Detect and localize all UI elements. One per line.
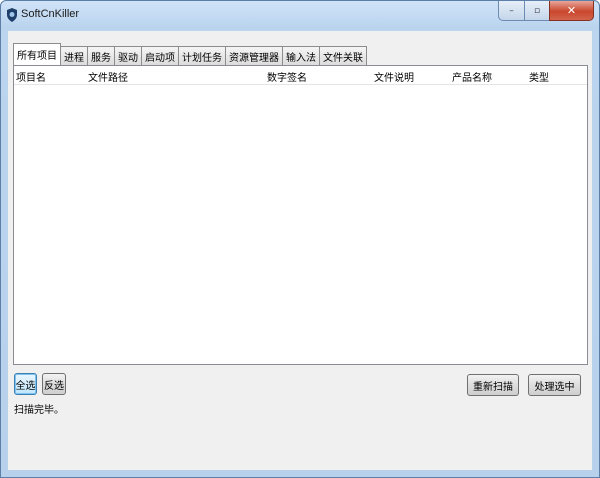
select-all-button[interactable]: 全选 xyxy=(14,373,37,395)
status-text: 扫描完毕。 xyxy=(14,405,64,416)
tab-label: 进程 xyxy=(64,52,84,64)
tab-explorer[interactable]: 资源管理器 xyxy=(225,46,283,65)
button-label: 重新扫描 xyxy=(473,381,513,393)
app-logo-icon xyxy=(7,8,17,22)
list-header: 项目名 文件路径 数字签名 文件说明 产品名称 类型 xyxy=(14,66,587,85)
button-label: 反选 xyxy=(44,380,64,392)
maximize-button[interactable]: ▫ xyxy=(524,1,549,21)
column-header-product-name[interactable]: 产品名称 xyxy=(452,69,492,84)
process-selected-button[interactable]: 处理选中 xyxy=(528,374,581,396)
tab-all-items[interactable]: 所有项目 xyxy=(13,43,61,65)
caption-buttons: – ▫ ✕ xyxy=(498,1,594,21)
items-list[interactable]: 项目名 文件路径 数字签名 文件说明 产品名称 类型 xyxy=(13,65,588,365)
tab-file-association[interactable]: 文件关联 xyxy=(319,46,367,65)
tab-label: 输入法 xyxy=(286,52,316,64)
tab-strip: 所有项目 进程 服务 驱动 启动项 计划任务 资源管理器 输入法 文件关联 xyxy=(13,43,367,65)
client-area: 所有项目 进程 服务 驱动 启动项 计划任务 资源管理器 输入法 文件关联 项目… xyxy=(8,31,592,470)
tab-label: 资源管理器 xyxy=(229,52,279,64)
tab-input-method[interactable]: 输入法 xyxy=(282,46,320,65)
column-header-signature[interactable]: 数字签名 xyxy=(267,69,307,84)
close-button[interactable]: ✕ xyxy=(549,1,594,21)
tab-drivers[interactable]: 驱动 xyxy=(114,46,142,65)
tab-label: 所有项目 xyxy=(17,51,57,62)
tab-label: 服务 xyxy=(91,52,111,64)
main-window: SoftCnKiller – ▫ ✕ 所有项目 进程 服务 驱动 启动项 计划任… xyxy=(0,0,600,478)
minimize-button[interactable]: – xyxy=(498,1,524,21)
window-title: SoftCnKiller xyxy=(21,8,80,20)
button-label: 全选 xyxy=(15,380,36,392)
tab-processes[interactable]: 进程 xyxy=(60,46,88,65)
tab-label: 驱动 xyxy=(118,52,138,64)
column-header-item-name[interactable]: 项目名 xyxy=(16,69,46,84)
column-header-type[interactable]: 类型 xyxy=(529,69,549,84)
invert-selection-button[interactable]: 反选 xyxy=(42,373,66,395)
tab-startup[interactable]: 启动项 xyxy=(141,46,179,65)
button-label: 处理选中 xyxy=(534,381,575,393)
tab-label: 文件关联 xyxy=(323,52,363,64)
close-icon: ✕ xyxy=(566,4,577,17)
rescan-button[interactable]: 重新扫描 xyxy=(467,374,519,396)
tab-label: 计划任务 xyxy=(182,52,222,64)
title-bar[interactable]: SoftCnKiller – ▫ ✕ xyxy=(1,1,599,31)
tab-label: 启动项 xyxy=(145,52,175,64)
tab-services[interactable]: 服务 xyxy=(87,46,115,65)
maximize-icon: ▫ xyxy=(533,5,541,16)
column-header-description[interactable]: 文件说明 xyxy=(374,69,414,84)
tab-scheduled-tasks[interactable]: 计划任务 xyxy=(178,46,226,65)
minimize-icon: – xyxy=(509,5,514,16)
column-header-file-path[interactable]: 文件路径 xyxy=(88,69,128,84)
